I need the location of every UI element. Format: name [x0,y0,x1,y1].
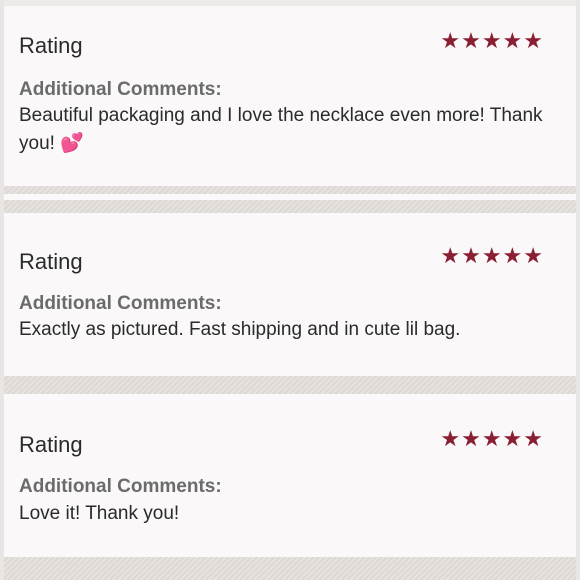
star-rating: ★★★★★ [440,243,544,268]
review-card-1: Rating ★★★★★ Additional Comments: Beauti… [4,6,576,186]
review-comment: Exactly as pictured. Fast shipping and i… [19,319,461,340]
rating-title: Rating [19,432,83,457]
rating-title: Rating [19,33,83,58]
divider [4,557,576,580]
review-comment: Beautiful packaging and I love the neckl… [19,105,543,154]
divider [4,376,576,394]
rating-title: Rating [19,249,83,274]
review-card-2: Rating ★★★★★ Additional Comments: Exactl… [4,213,576,376]
review-card-3: Rating ★★★★★ Additional Comments: Love i… [4,394,576,557]
reviews-page: Rating ★★★★★ Additional Comments: Beauti… [0,0,580,580]
review-comment: Love it! Thank you! [19,503,180,524]
additional-comments-label: Additional Comments: [19,476,222,497]
star-rating: ★★★★★ [440,426,544,451]
additional-comments-label: Additional Comments: [19,293,222,314]
additional-comments-label: Additional Comments: [19,79,222,100]
divider [4,186,576,194]
divider [4,200,576,213]
star-rating: ★★★★★ [440,28,544,53]
